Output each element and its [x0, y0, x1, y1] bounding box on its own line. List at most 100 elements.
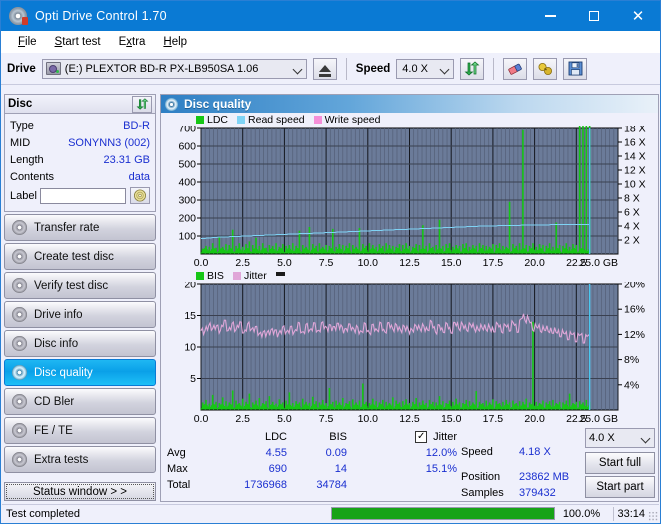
sidebar-item-label: Create test disc	[34, 250, 114, 263]
legend-label-ldc: LDC	[207, 114, 229, 126]
disc-panel-title: Disc	[8, 98, 33, 110]
svg-text:2.5: 2.5	[235, 257, 250, 269]
maximize-icon[interactable]	[572, 1, 616, 31]
chevron-down-icon	[439, 64, 450, 74]
status-window-button[interactable]: Status window > >	[4, 482, 156, 501]
refresh-icon	[136, 98, 148, 110]
disc-icon	[12, 365, 27, 380]
sidebar-item-create-test-disc[interactable]: Create test disc	[4, 243, 156, 270]
disc-label-input[interactable]	[40, 187, 127, 204]
disc-quality-panel: Disc quality LDC Read speed Write speed …	[160, 94, 659, 502]
svg-text:15: 15	[184, 310, 196, 322]
sidebar-item-label: FE / TE	[34, 424, 73, 437]
svg-text:12.5: 12.5	[399, 257, 420, 269]
sidebar-item-label: Drive info	[34, 308, 83, 321]
bottom-chart-legend: BIS Jitter	[161, 270, 658, 282]
menu-bar: FFileile Start test Extra Help	[1, 31, 660, 53]
disc-label-label: Label	[10, 189, 37, 202]
legend-label-write-speed: Write speed	[324, 114, 381, 126]
svg-text:15.0: 15.0	[441, 257, 462, 269]
svg-text:5: 5	[190, 373, 196, 385]
disc-mid-label: MID	[10, 136, 31, 149]
disc-icon	[9, 7, 28, 25]
disc-icon	[12, 394, 27, 409]
scrollbar-marker	[275, 271, 285, 276]
start-full-button[interactable]: Start full	[585, 452, 655, 474]
speed-select-value: 4.0 X	[402, 62, 428, 75]
stats-max-jitter: 15.1%	[425, 463, 457, 475]
svg-text:0.0: 0.0	[194, 413, 209, 425]
stats-row-avg: Avg 4.55 0.09 12.0%	[167, 445, 467, 461]
menu-item-start-test[interactable]: Start test	[46, 34, 110, 50]
resize-grip[interactable]	[648, 511, 658, 521]
erase-button[interactable]	[503, 57, 528, 80]
test-speed-select[interactable]: 4.0 X	[585, 428, 655, 448]
svg-text:25.0 GB: 25.0 GB	[579, 257, 618, 269]
drive-icon	[45, 62, 61, 75]
drive-select[interactable]: (E:) PLEXTOR BD-R PX-LB950SA 1.06	[41, 58, 307, 79]
stats-col-ldc: LDC	[264, 431, 287, 443]
window-title: Opti Drive Control 1.70	[35, 9, 167, 23]
start-part-button[interactable]: Start part	[585, 476, 655, 498]
menu-item-help[interactable]: Help	[154, 34, 196, 50]
stats-row-max: Max 690 14 15.1%	[167, 461, 467, 477]
sidebar-item-cd-bler[interactable]: CD Bler	[4, 388, 156, 415]
eject-button[interactable]	[312, 57, 337, 80]
svg-text:5.0: 5.0	[277, 413, 292, 425]
sidebar-item-extra-tests[interactable]: Extra tests	[4, 446, 156, 473]
sidebar-item-transfer-rate[interactable]: Transfer rate	[4, 214, 156, 241]
stats-total-bis: 34784	[316, 479, 347, 491]
minimize-icon[interactable]	[528, 1, 572, 31]
sidebar-item-fe-te[interactable]: FE / TE	[4, 417, 156, 444]
disc-panel-header: Disc	[4, 94, 156, 114]
samples-readout-value: 379432	[519, 487, 556, 499]
svg-text:17.5: 17.5	[483, 413, 504, 425]
disc-contents-label: Contents	[10, 170, 55, 183]
disc-label-button[interactable]	[129, 187, 150, 204]
disc-length-value: 23.31 GB	[103, 153, 150, 166]
title-bar: Opti Drive Control 1.70 ✕	[1, 1, 660, 31]
disc-length-label: Length	[10, 153, 44, 166]
sidebar-item-drive-info[interactable]: Drive info	[4, 301, 156, 328]
svg-text:17.5: 17.5	[483, 257, 504, 269]
disc-row-mid: MID SONYNN3 (002)	[10, 134, 150, 151]
legend-label-read-speed: Read speed	[248, 114, 305, 126]
svg-text:10 X: 10 X	[624, 179, 646, 191]
close-icon[interactable]: ✕	[616, 1, 660, 31]
disc-contents-value: data	[128, 170, 150, 183]
svg-text:400: 400	[178, 177, 196, 189]
sidebar-item-label: Verify test disc	[34, 279, 109, 292]
svg-text:500: 500	[178, 159, 196, 171]
svg-text:8 X: 8 X	[624, 193, 640, 205]
stats-row-label: Max	[167, 463, 188, 475]
disc-row-contents: Contents data	[10, 168, 150, 185]
speed-label: Speed	[355, 62, 391, 75]
svg-text:25.0 GB: 25.0 GB	[579, 413, 618, 425]
menu-item-file[interactable]: FFileile	[9, 34, 46, 50]
jitter-checkbox[interactable]: ✓	[415, 431, 428, 443]
eject-icon	[318, 65, 331, 77]
save-button[interactable]	[563, 57, 588, 80]
speed-select[interactable]: 4.0 X	[396, 58, 455, 79]
plug-button[interactable]	[533, 57, 558, 80]
disc-refresh-button[interactable]	[132, 95, 152, 113]
svg-text:10.0: 10.0	[358, 413, 379, 425]
refresh-button[interactable]	[460, 57, 485, 80]
stats-table: LDC BIS ✓ Jitter Avg 4.55 0.09 12.0% Max…	[167, 429, 467, 493]
stats-max-ldc: 690	[268, 463, 287, 475]
disc-row-type: Type BD-R	[10, 117, 150, 134]
menu-item-extra[interactable]: Extra	[110, 34, 155, 50]
panel-header: Disc quality	[161, 95, 658, 113]
sidebar-item-verify-test-disc[interactable]: Verify test disc	[4, 272, 156, 299]
sidebar-item-disc-info[interactable]: Disc info	[4, 330, 156, 357]
sidebar-item-disc-quality[interactable]: Disc quality	[4, 359, 156, 386]
plug-icon	[538, 62, 552, 75]
svg-text:600: 600	[178, 141, 196, 153]
stats-col-jitter: Jitter	[433, 431, 457, 443]
svg-text:7.5: 7.5	[319, 413, 334, 425]
svg-text:12.5: 12.5	[399, 413, 420, 425]
drive-toolbar: Drive (E:) PLEXTOR BD-R PX-LB950SA 1.06 …	[1, 53, 660, 85]
disc-icon	[12, 249, 27, 264]
svg-text:200: 200	[178, 213, 196, 225]
svg-text:0.0: 0.0	[194, 257, 209, 269]
